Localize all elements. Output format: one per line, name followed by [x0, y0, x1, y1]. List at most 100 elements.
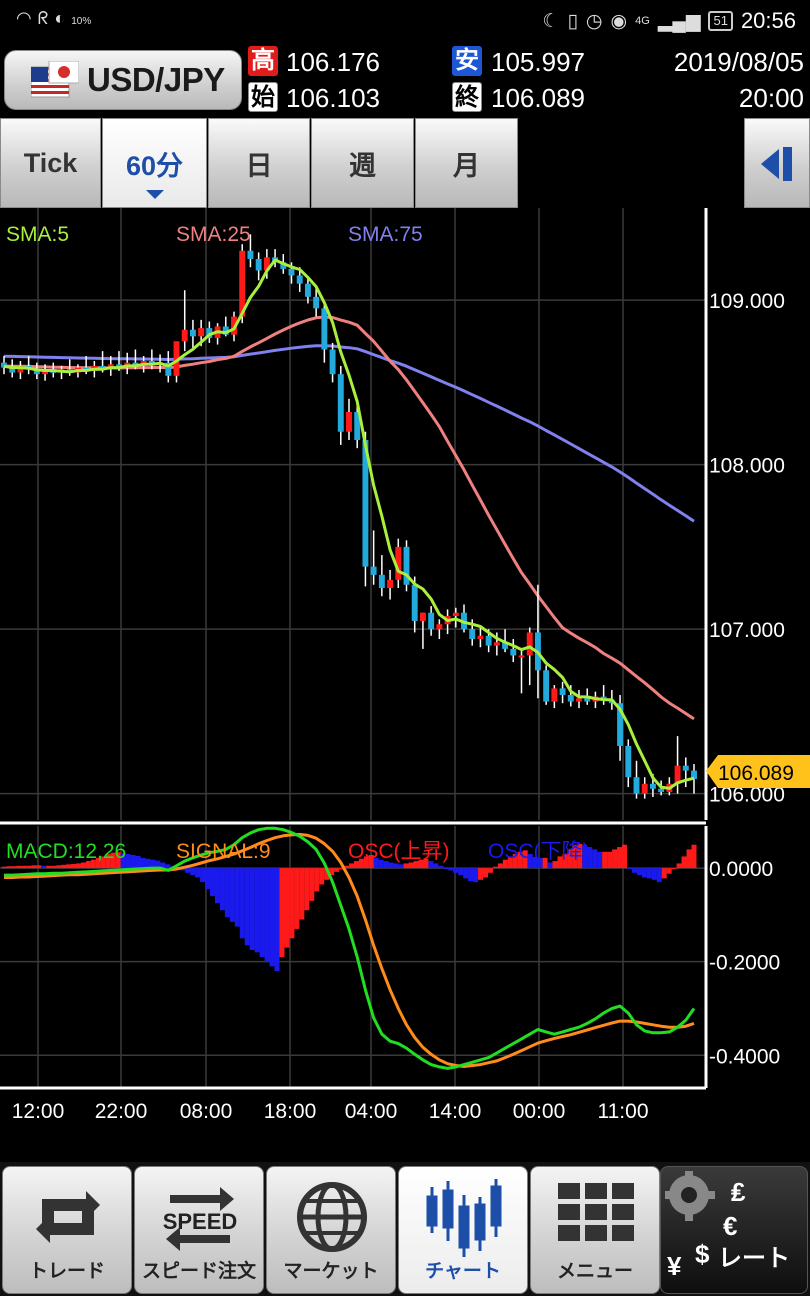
osc-bar — [463, 868, 469, 879]
nav-chart-button[interactable]: チャート — [398, 1166, 528, 1294]
osc-bar — [636, 868, 642, 876]
macd-tick-label: -0.4000 — [709, 1045, 780, 1068]
candle-body — [633, 777, 640, 794]
osc-bar — [219, 868, 225, 911]
candle-body — [346, 412, 352, 432]
osc-bar — [403, 863, 409, 869]
close-badge: 終 — [452, 82, 482, 112]
nfc-icon: ᖇ — [37, 8, 55, 28]
osc-bar — [612, 849, 618, 869]
nav-label: チャート — [425, 1261, 501, 1282]
tab-week[interactable]: 週 — [311, 118, 414, 208]
candle-body — [649, 783, 656, 789]
tab-tick[interactable]: Tick — [0, 118, 101, 208]
osc-bar — [661, 868, 667, 879]
time-tick-label: 11:00 — [598, 1100, 649, 1123]
time-tick-label: 08:00 — [180, 1100, 233, 1123]
candles — [1, 234, 697, 799]
open-value: 106.103 — [286, 83, 380, 113]
status-time: 20:56 — [740, 8, 796, 33]
tab-day[interactable]: 日 — [208, 118, 310, 208]
nav-trade-button[interactable]: トレード — [2, 1166, 132, 1294]
close-value: 106.089 — [491, 83, 585, 113]
current-price-label: 106.089 — [718, 762, 794, 785]
candle-body — [551, 688, 558, 702]
osc-bar — [41, 865, 47, 869]
osc-bar — [681, 856, 687, 869]
osc-bar — [626, 868, 632, 870]
currency-pair-button[interactable]: USD/JPY — [4, 50, 242, 110]
candle-body — [304, 283, 311, 297]
status-small-text: 10% — [71, 16, 92, 27]
osc-bar — [16, 865, 22, 869]
osc-bar — [492, 866, 498, 869]
osc-bar — [473, 868, 479, 883]
osc-bar — [671, 868, 677, 870]
price-tick-label: 108.000 — [709, 455, 785, 478]
osc-bar — [443, 868, 449, 870]
candle-body — [518, 655, 525, 658]
osc-bar — [319, 868, 325, 885]
tab-month[interactable]: 月 — [415, 118, 518, 208]
quote-time: 20:00 — [738, 83, 804, 113]
menu-grid-icon — [558, 1183, 634, 1241]
nav-label: トレード — [28, 1261, 105, 1282]
osc-bar — [61, 864, 67, 869]
candle-body — [658, 788, 665, 793]
candle-body — [485, 635, 492, 646]
tab-60min[interactable]: 60分 — [102, 118, 207, 208]
osc-bar — [130, 855, 136, 869]
current-price-marker: 106.089 — [706, 755, 810, 788]
svg-text:₤: ₤ — [731, 1177, 746, 1207]
collapse-panel-button[interactable] — [744, 118, 810, 208]
osc-bar — [224, 868, 230, 918]
candle-body — [337, 374, 344, 432]
price-tick-label: 107.000 — [709, 619, 785, 642]
tab-label: 月 — [453, 150, 480, 181]
time-tick-label: 12:00 — [12, 1100, 65, 1123]
candle-body — [641, 783, 648, 794]
chart-grid — [0, 208, 706, 1088]
osc-bar — [185, 868, 191, 873]
candle-body — [329, 349, 336, 375]
candle-body — [526, 632, 533, 656]
nav-label: レート — [718, 1245, 790, 1272]
osc-bar — [458, 868, 464, 876]
nav-speed-order-button[interactable]: SPEED スピード注文 — [134, 1166, 264, 1294]
osc-bar — [239, 868, 245, 939]
high-badge: 高 — [248, 46, 278, 76]
osc-bar — [676, 863, 682, 869]
osc-bar — [646, 868, 652, 879]
candle-body — [419, 612, 426, 621]
osc-bar — [691, 844, 697, 869]
osc-bar — [46, 865, 52, 869]
osc-bar — [70, 863, 76, 869]
wifi-icon: ◠ — [16, 8, 38, 28]
osc-bar — [348, 863, 354, 869]
candle-body — [247, 250, 254, 259]
nav-rate-button[interactable]: ₤ € $ ¥ レート — [660, 1166, 808, 1294]
nav-market-button[interactable]: マーケット — [266, 1166, 396, 1294]
candle-body — [510, 648, 517, 656]
price-chart[interactable]: 109.000108.000107.000106.0000.0000-0.200… — [0, 208, 810, 1138]
osc-bar — [314, 868, 320, 892]
osc-bar — [622, 844, 628, 869]
osc-bar — [264, 868, 270, 962]
selected-caret-icon — [145, 190, 164, 199]
osc-bar — [190, 868, 196, 876]
osc-bar — [259, 868, 265, 957]
candle-body — [370, 566, 377, 575]
osc-bar — [269, 868, 275, 967]
osc-bar — [31, 865, 37, 869]
nav-menu-button[interactable]: メニュー — [530, 1166, 660, 1294]
legend-macd: MACD:12,26 — [6, 840, 126, 863]
legend-osc-up: OSC(上昇) — [348, 840, 450, 863]
osc-bar — [483, 868, 489, 878]
legend-signal: SIGNAL:9 — [176, 840, 271, 863]
globe-icon — [297, 1182, 367, 1252]
nav-label: スピード注文 — [141, 1261, 256, 1282]
tab-label: 60分 — [125, 150, 184, 181]
low-value: 105.997 — [491, 47, 585, 77]
candle-body — [682, 765, 689, 771]
osc-bar — [284, 868, 290, 948]
